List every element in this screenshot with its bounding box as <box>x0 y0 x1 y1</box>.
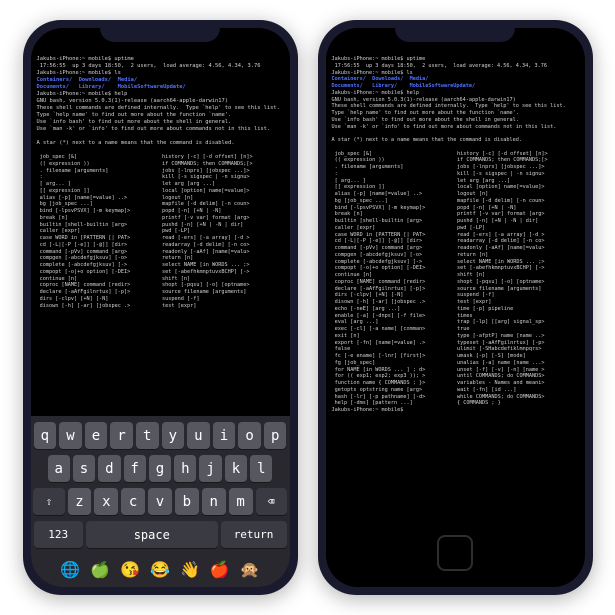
prompt: Jakubs-iPhone:~ mobile$ <box>37 56 112 62</box>
help-columns-2: echo [-neE] [arg ...] enable [-a] [-dnps… <box>332 306 579 414</box>
key-s[interactable]: s <box>73 455 95 482</box>
key-u[interactable]: u <box>187 422 210 449</box>
key-k[interactable]: k <box>225 455 247 482</box>
ls-output: Containers/ Downloads/ Media/ Documents/… <box>37 77 284 91</box>
key-v[interactable]: v <box>148 488 172 515</box>
help-columns: job_spec [&] (( expression )) . filename… <box>332 151 579 306</box>
key-shift[interactable]: ⇧ <box>33 488 64 515</box>
key-o[interactable]: o <box>238 422 261 449</box>
prompt: Jakubs-iPhone:~ mobile$ <box>332 70 404 76</box>
key-g[interactable]: g <box>149 455 171 482</box>
prompt: Jakubs-iPhone:~ mobile$ <box>332 56 404 62</box>
notch <box>100 20 220 42</box>
key-j[interactable]: j <box>199 455 221 482</box>
help-col-left: job_spec [&] (( expression )) . filename… <box>37 154 159 309</box>
help-header: GNU bash, version 5.0.3(1)-release (aarc… <box>332 97 579 144</box>
prompt: Jakubs-iPhone:~ mobile$ <box>332 90 404 96</box>
emoji-wave[interactable]: 👋 <box>180 560 200 579</box>
cmd-uptime: uptime <box>114 56 133 62</box>
help-col-right: history [-c] [-d offset] [n]> if COMMAND… <box>162 154 284 309</box>
cmd-uptime: uptime <box>406 56 425 62</box>
help-columns: job_spec [&] (( expression )) . filename… <box>37 154 284 309</box>
key-x[interactable]: x <box>94 488 118 515</box>
cmd-ls: ls <box>406 70 412 76</box>
key-b[interactable]: b <box>175 488 199 515</box>
key-y[interactable]: y <box>162 422 185 449</box>
key-r[interactable]: r <box>110 422 133 449</box>
screen: Jakubs-iPhone:~ mobile$ uptime 17:56:55 … <box>31 28 290 587</box>
terminal-output[interactable]: Jakubs-iPhone:~ mobile$ uptime 17:56:55 … <box>31 28 290 416</box>
key-d[interactable]: d <box>98 455 120 482</box>
help-col-left: job_spec [&] (( expression )) . filename… <box>332 151 454 306</box>
uptime-output: 17:56:55 up 3 days 18:50, 2 users, load … <box>37 63 284 70</box>
cmd-ls: ls <box>114 70 121 76</box>
key-t[interactable]: t <box>136 422 159 449</box>
key-123[interactable]: 123 <box>34 521 83 548</box>
phone-left: Jakubs-iPhone:~ mobile$ uptime 17:56:55 … <box>23 20 298 595</box>
keyboard: q w e r t y u i o p a s d f g h j k <box>31 416 290 587</box>
phone-right: Jakubs-iPhone:~ mobile$ uptime 17:56:55 … <box>318 20 593 595</box>
emoji-bar: 🌐 🍏 😘 😂 👋 🍎 🙊 <box>34 554 287 583</box>
key-q[interactable]: q <box>34 422 57 449</box>
prompt: Jakubs-iPhone:~ mobile$ <box>37 91 112 97</box>
key-e[interactable]: e <box>85 422 108 449</box>
key-w[interactable]: w <box>59 422 82 449</box>
help-col-right-2: time [-p] pipeline times trap [-lp] [[ar… <box>457 306 579 414</box>
key-i[interactable]: i <box>213 422 236 449</box>
key-h[interactable]: h <box>174 455 196 482</box>
prompt: Jakubs-iPhone:~ mobile$ <box>37 70 112 76</box>
key-p[interactable]: p <box>264 422 287 449</box>
key-l[interactable]: l <box>250 455 272 482</box>
help-col-left-2: echo [-neE] [arg ...] enable [-a] [-dnps… <box>332 306 454 414</box>
key-row-3: ⇧ z x c v b n m ⌫ <box>34 488 287 515</box>
help-header: GNU bash, version 5.0.3(1)-release (aarc… <box>37 98 284 147</box>
uptime-output: 17:56:55 up 3 days 18:50, 2 users, load … <box>332 63 579 70</box>
terminal-output[interactable]: Jakubs-iPhone:~ mobile$ uptime 17:56:55 … <box>326 28 585 587</box>
emoji-kiss[interactable]: 😘 <box>120 560 140 579</box>
emoji-green-apple[interactable]: 🍏 <box>90 560 110 579</box>
screen: Jakubs-iPhone:~ mobile$ uptime 17:56:55 … <box>326 28 585 587</box>
key-row-4: 123 space return <box>34 521 287 548</box>
key-return[interactable]: return <box>221 521 287 548</box>
key-row-1: q w e r t y u i o p <box>34 422 287 449</box>
emoji-joy[interactable]: 😂 <box>150 560 170 579</box>
key-c[interactable]: c <box>121 488 145 515</box>
key-m[interactable]: m <box>229 488 253 515</box>
key-f[interactable]: f <box>124 455 146 482</box>
key-a[interactable]: a <box>48 455 70 482</box>
cmd-help: help <box>406 90 419 96</box>
home-button[interactable] <box>437 535 473 571</box>
emoji-globe-icon[interactable]: 🌐 <box>60 560 80 579</box>
notch <box>395 20 515 42</box>
emoji-monkey[interactable]: 🙊 <box>240 560 260 579</box>
key-n[interactable]: n <box>202 488 226 515</box>
key-row-2: a s d f g h j k l <box>34 455 287 482</box>
help-col-right: history [-c] [-d offset] [n]> if COMMAND… <box>457 151 579 306</box>
emoji-red-apple[interactable]: 🍎 <box>210 560 230 579</box>
key-space[interactable]: space <box>86 521 218 548</box>
ls-output: Containers/ Downloads/ Media/ Documents/… <box>332 76 579 90</box>
cmd-help: help <box>114 91 127 97</box>
key-z[interactable]: z <box>68 488 92 515</box>
key-backspace[interactable]: ⌫ <box>256 488 287 515</box>
